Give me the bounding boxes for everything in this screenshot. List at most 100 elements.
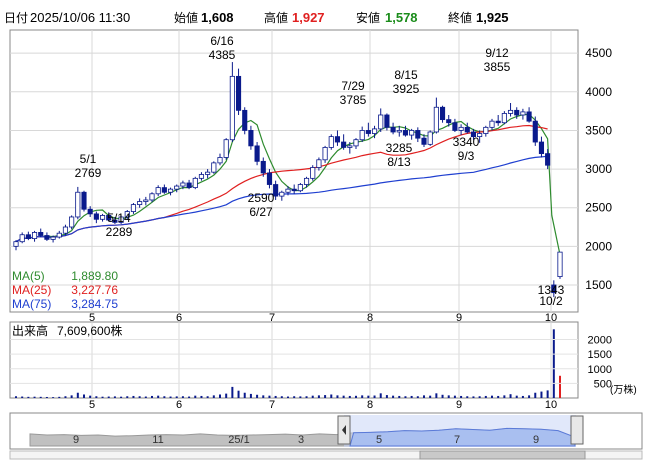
volume-bar <box>194 395 197 398</box>
volume-bar <box>466 396 469 398</box>
navigator-month-label: 11 <box>152 434 163 446</box>
annotation-line2: 10/2 <box>539 294 563 308</box>
high-value: 1,927 <box>292 10 325 25</box>
volume-tick-label: 1500 <box>588 349 612 361</box>
candle-body <box>322 147 328 161</box>
volume-bar <box>52 397 55 398</box>
candle-body <box>143 199 149 202</box>
volume-bar <box>188 396 191 398</box>
candle-body <box>198 174 205 179</box>
volume-bar <box>521 395 524 398</box>
volume-bar <box>89 395 92 398</box>
annotation-line2: 8/13 <box>387 155 411 169</box>
candle-body <box>31 232 38 240</box>
candle-body <box>483 126 489 134</box>
candle-body <box>13 241 19 247</box>
candle-body <box>25 234 31 240</box>
volume-bar <box>120 396 123 398</box>
candle-body <box>402 130 409 136</box>
candle-body <box>446 119 452 124</box>
candle-body <box>328 136 334 148</box>
navigator[interactable]: 9 11 25/1 3 5 7 9 <box>9 412 643 460</box>
candle-body <box>137 201 143 206</box>
volume-bar <box>540 391 543 398</box>
navigator-right-handle[interactable] <box>570 415 584 445</box>
candle-body <box>192 177 198 189</box>
volume-bar <box>268 395 271 398</box>
candle-body <box>526 111 532 122</box>
legend-ma75-value: 3,284.75 <box>71 297 118 311</box>
navigator-month-label: 9 <box>533 434 539 446</box>
volume-bar <box>101 396 104 398</box>
volume-bar <box>175 396 178 398</box>
candle-body <box>371 128 378 134</box>
legend-ma25-value: 3,227.76 <box>71 283 118 297</box>
high-label: 高値 <box>264 10 288 25</box>
annotation-line2: 3855 <box>484 60 511 74</box>
price-tick-label: 1500 <box>585 278 612 292</box>
annotation-line1: 8/15 <box>394 68 418 82</box>
volume-bar <box>151 395 153 398</box>
candle-body <box>334 136 341 143</box>
volume-bar <box>305 396 308 398</box>
volume-bar <box>21 396 24 398</box>
volume-tick-label: 1000 <box>588 364 612 376</box>
volume-bar <box>503 395 506 398</box>
close-label: 終値 <box>448 10 472 25</box>
annotation-line1: 5/1 <box>80 152 97 166</box>
annotation-line2: 4385 <box>209 48 236 62</box>
volume-bar <box>219 394 221 398</box>
volume-bar <box>404 396 407 398</box>
candle-body <box>495 120 501 124</box>
candle-body <box>310 167 316 179</box>
navigator-scrollbar-thumb[interactable] <box>419 450 586 460</box>
candle-body <box>242 109 248 131</box>
candle-body <box>223 139 229 158</box>
candle-body <box>19 234 25 243</box>
volume-bar <box>70 395 73 398</box>
candle-body <box>56 232 62 238</box>
candle-body <box>384 114 390 128</box>
price-axis: 1500 2000 2500 3000 3500 4000 4500 <box>585 46 612 292</box>
annotation-line2: 5/14 <box>107 211 131 225</box>
month-tick-label: 10 <box>545 399 557 411</box>
volume-bar <box>237 390 240 398</box>
volume-bar <box>33 396 36 398</box>
volume-bar <box>311 395 314 398</box>
volume-bar <box>484 395 487 398</box>
volume-bar <box>385 395 388 398</box>
candle-body <box>353 139 359 147</box>
legend-ma5-value: 1,889.80 <box>71 269 118 283</box>
navigator-month-label: 7 <box>454 434 460 446</box>
candle-body <box>396 130 402 133</box>
volume-bar <box>280 396 283 398</box>
volume-bar <box>169 396 172 398</box>
right-handle-body[interactable] <box>570 415 584 445</box>
month-tick-label: 7 <box>269 399 275 411</box>
candle-body <box>99 215 106 220</box>
navigator-left-handle[interactable] <box>337 415 351 445</box>
volume-bar <box>243 392 246 398</box>
navigator-month-label: 3 <box>298 434 304 446</box>
volume-unit: (万株) <box>610 383 637 396</box>
volume-bar <box>126 396 129 398</box>
volume-bar <box>76 392 79 398</box>
open-value: 1,608 <box>201 10 234 25</box>
candle-body <box>217 157 223 164</box>
volume-bar <box>410 395 413 398</box>
volume-bar <box>157 395 160 398</box>
candle-body <box>75 191 81 218</box>
candle-body <box>235 75 242 111</box>
candle-body <box>520 111 526 116</box>
price-tick-label: 4500 <box>585 46 612 60</box>
candle-body <box>81 191 87 210</box>
price-tick-label: 3000 <box>585 162 612 176</box>
volume-bar <box>181 396 184 398</box>
legend-ma25-name: MA(25) <box>12 283 51 297</box>
volume-bar <box>249 393 252 398</box>
candle-body <box>365 130 371 134</box>
candle-body <box>341 141 347 148</box>
volume-bar <box>515 395 518 398</box>
candle-body <box>297 184 303 192</box>
volume-bar <box>546 390 549 398</box>
